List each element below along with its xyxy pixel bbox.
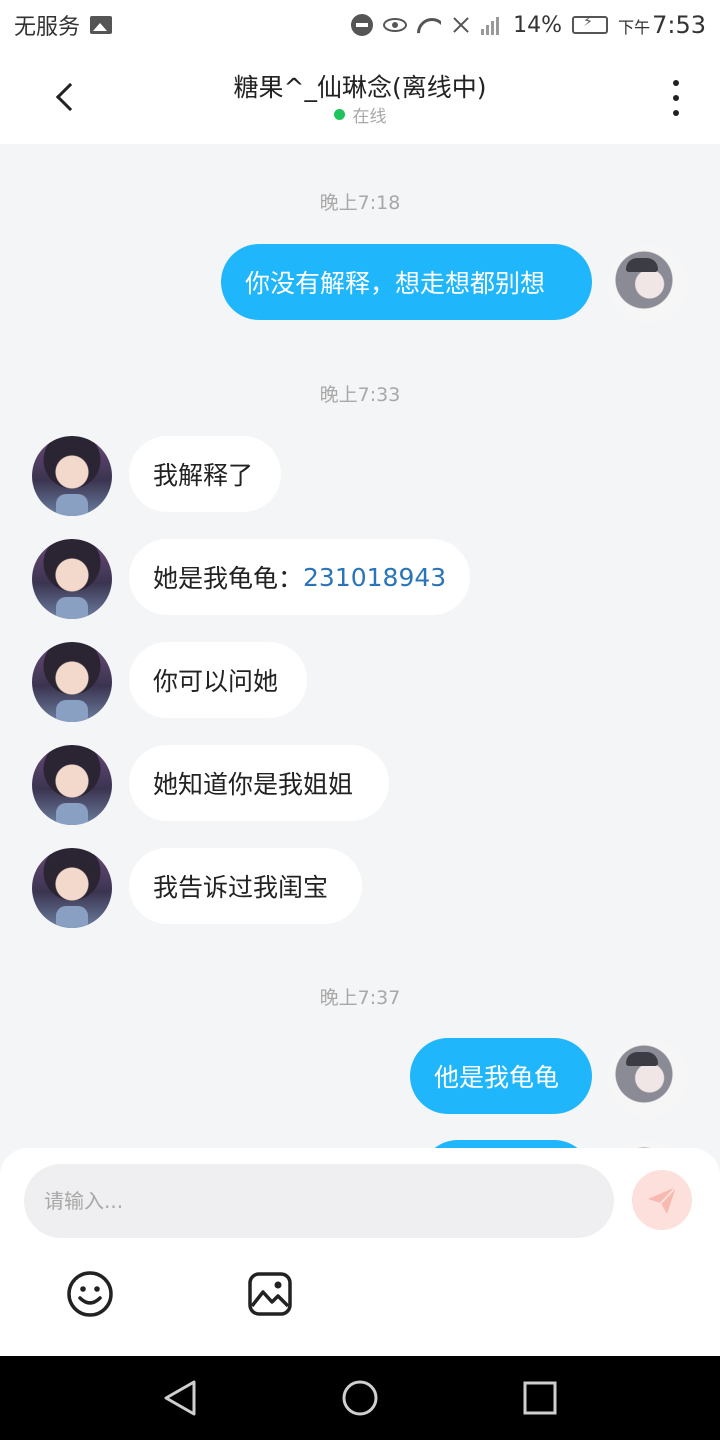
contact-avatar[interactable] <box>32 745 112 825</box>
emoji-icon <box>67 1271 113 1317</box>
incoming-message-bubble[interactable]: 她知道你是我姐姐 <box>129 745 389 821</box>
more-options-button[interactable] <box>660 78 692 118</box>
contact-status: 在线 <box>0 102 720 127</box>
message-timestamp: 晚上7:37 <box>319 987 401 1009</box>
message-timestamp: 晚上7:33 <box>319 384 401 406</box>
outgoing-message-bubble[interactable]: 他是我龟龟 <box>410 1038 592 1114</box>
message-text: 你没有解释，想走想都别想 <box>245 269 546 298</box>
contact-name: 糖果^_仙琳念(离线中) <box>233 73 487 102</box>
nav-recents-button[interactable] <box>518 1376 562 1420</box>
carrier-text: 无服务 <box>14 15 81 40</box>
nav-recents-icon <box>523 1381 557 1415</box>
eye-icon <box>383 18 408 32</box>
signal-icon <box>481 15 503 35</box>
contact-avatar[interactable] <box>32 436 112 516</box>
self-avatar[interactable] <box>608 244 688 324</box>
battery-icon <box>572 14 609 34</box>
emoji-button[interactable] <box>66 1270 114 1318</box>
system-nav-bar <box>0 1356 720 1440</box>
incoming-message-bubble[interactable]: 她是我龟龟： 231018943 <box>129 539 470 615</box>
message-input[interactable] <box>24 1164 614 1238</box>
gallery-icon <box>90 16 113 34</box>
message-text: 他是我龟龟 <box>434 1063 560 1092</box>
message-text: 她知道你是我姐姐 <box>153 770 354 799</box>
self-avatar[interactable] <box>608 1038 688 1118</box>
status-right: 14% 下午 7:53 <box>351 11 706 39</box>
chat-header: 糖果^_仙琳念(离线中) 在线 <box>0 50 720 144</box>
self-avatar[interactable] <box>608 1140 688 1148</box>
message-text: 我告诉过我闺宝 <box>153 873 329 902</box>
send-icon <box>648 1186 677 1214</box>
no-call-icon <box>451 15 471 35</box>
more-dot <box>673 110 679 116</box>
message-text: 她是我龟龟： <box>153 564 304 593</box>
time-value: 7:53 <box>652 11 706 39</box>
composer-panel <box>0 1148 720 1356</box>
message-text: 你可以问她 <box>153 667 279 696</box>
message-list[interactable]: 晚上7:18 你没有解释，想走想都别想 晚上7:33 我解释了 她是我龟龟： 23… <box>0 144 720 1148</box>
send-button[interactable] <box>632 1170 692 1230</box>
incoming-message-bubble[interactable]: 我解释了 <box>129 436 281 512</box>
contact-avatar[interactable] <box>32 642 112 722</box>
qq-number-link[interactable]: 231018943 <box>303 563 446 592</box>
message-timestamp: 晚上7:18 <box>319 192 401 214</box>
message-text: 我解释了 <box>153 461 254 490</box>
clock: 下午 7:53 <box>618 11 706 39</box>
nav-back-button[interactable] <box>158 1376 202 1420</box>
nav-home-icon <box>342 1380 378 1416</box>
online-dot-icon <box>333 109 345 120</box>
more-dot <box>673 95 679 101</box>
nav-back-icon <box>164 1380 196 1416</box>
incoming-message-bubble[interactable]: 我告诉过我闺宝 <box>129 848 362 924</box>
dnd-icon <box>351 14 374 36</box>
more-vertical-icon <box>673 80 679 86</box>
image-button[interactable] <box>246 1270 294 1318</box>
status-left: 无服务 <box>14 9 113 41</box>
status-bar: 无服务 14% 下午 7:53 <box>0 0 720 50</box>
contact-avatar[interactable] <box>32 848 112 928</box>
image-icon <box>248 1272 292 1316</box>
contact-avatar[interactable] <box>32 539 112 619</box>
wifi-icon <box>417 16 441 34</box>
outgoing-message-bubble-partial[interactable] <box>420 1140 592 1148</box>
contact-status-text: 在线 <box>352 107 387 127</box>
incoming-message-bubble[interactable]: 你可以问她 <box>129 642 307 718</box>
battery-percent: 14% <box>513 12 563 38</box>
outgoing-message-bubble[interactable]: 你没有解释，想走想都别想 <box>221 244 592 320</box>
time-prefix: 下午 <box>618 18 651 37</box>
nav-home-button[interactable] <box>338 1376 382 1420</box>
